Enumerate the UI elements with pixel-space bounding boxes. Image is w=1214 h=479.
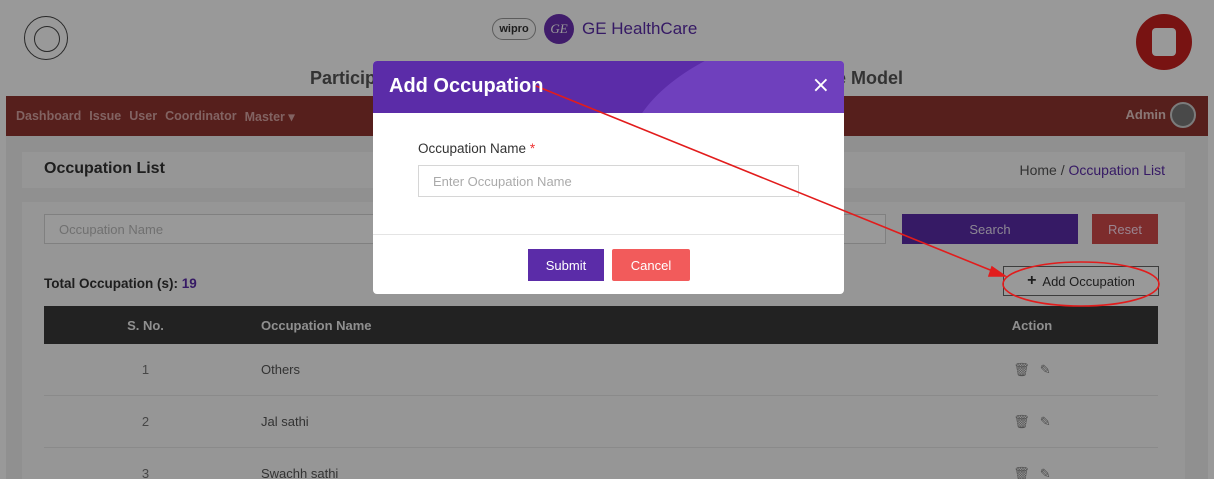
occupation-name-label: Occupation Name *	[418, 141, 535, 156]
required-asterisk: *	[529, 141, 536, 156]
modal-divider	[373, 234, 844, 235]
occupation-name-input[interactable]: Enter Occupation Name	[418, 165, 799, 197]
modal-header: Add Occupation ×	[373, 61, 844, 113]
field-label-text: Occupation Name	[418, 141, 527, 156]
add-occupation-modal: Add Occupation × Occupation Name * Enter…	[373, 61, 844, 294]
modal-title: Add Occupation	[389, 75, 544, 97]
cancel-button[interactable]: Cancel	[612, 249, 690, 281]
close-icon[interactable]: ×	[812, 75, 830, 97]
submit-button[interactable]: Submit	[528, 249, 604, 281]
